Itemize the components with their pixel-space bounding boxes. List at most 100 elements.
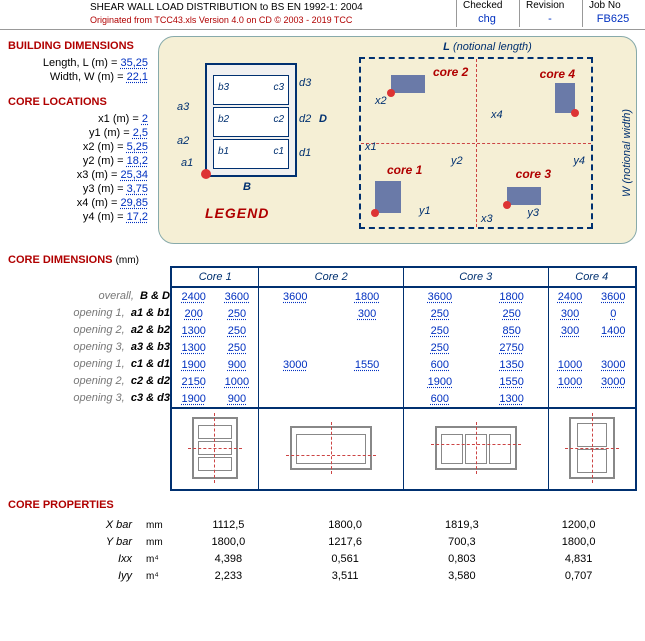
dim-cell[interactable]: 300: [358, 308, 376, 320]
dim-cell[interactable]: 300: [561, 308, 579, 320]
dim-cell[interactable]: 1000: [558, 359, 582, 371]
revision-cell: Revision -: [519, 0, 582, 27]
dim-cell[interactable]: 200: [185, 308, 203, 320]
v-centerline: [476, 59, 477, 227]
prop-value: 1800,0: [287, 517, 404, 534]
dims-row: 1300 250 250 850 300 1400: [171, 322, 636, 339]
core-dimensions-table: Core 1 Core 2 Core 3 Core 4 240036003600…: [170, 266, 637, 491]
dim-cell[interactable]: 1000: [225, 376, 249, 388]
dim-cell[interactable]: 250: [228, 325, 246, 337]
core2-box: [391, 75, 425, 93]
param-length: Length, L (m) = 35,25: [8, 56, 148, 70]
length-value[interactable]: 35,25: [120, 57, 148, 69]
core1-box: [375, 181, 401, 213]
dims-row: 1300 250 250 2750: [171, 339, 636, 356]
dim-cell[interactable]: 1300: [181, 325, 205, 337]
dim-cell[interactable]: 1900: [181, 359, 205, 371]
dim-cell[interactable]: 250: [228, 342, 246, 354]
th-core3: Core 3: [403, 267, 548, 287]
dim-cell[interactable]: 1300: [499, 393, 523, 405]
checked-label: Checked: [463, 0, 511, 11]
param-y1: y1 (m) = 2,5: [8, 126, 148, 140]
dim-cell[interactable]: 2400: [558, 291, 582, 303]
param-y2: y2 (m) = 18,2: [8, 154, 148, 168]
param-y3: y3 (m) = 3,75: [8, 182, 148, 196]
dim-cell[interactable]: 300: [561, 325, 579, 337]
sketch-core1: [192, 417, 238, 479]
core-properties-grid: X barmmY barmmIxxm⁴Iyym⁴ 1112,51800,04,3…: [8, 517, 637, 585]
dim-cell[interactable]: 1550: [355, 359, 379, 371]
section-core-locations: CORE LOCATIONS: [8, 96, 148, 108]
doc-header: SHEAR WALL LOAD DISTRIBUTION to BS EN 19…: [0, 0, 645, 30]
prop-value: 0,561: [287, 551, 404, 568]
dim-cell[interactable]: 1400: [601, 325, 625, 337]
dim-cell[interactable]: 1800: [355, 291, 379, 303]
dim-cell[interactable]: 2750: [499, 342, 523, 354]
dim-cell[interactable]: 250: [431, 325, 449, 337]
dim-cell[interactable]: 1800: [499, 291, 523, 303]
dims-row: 1900 900 600 1300: [171, 390, 636, 408]
dim-cell[interactable]: 3000: [283, 359, 307, 371]
dim-cell[interactable]: 250: [228, 308, 246, 320]
dim-cell[interactable]: 1350: [499, 359, 523, 371]
core-frame: b3c3 b2c2 b1c1: [205, 63, 297, 177]
dim-cell[interactable]: 1900: [181, 393, 205, 405]
prop-label: Y barmm: [8, 534, 170, 551]
dim-cell[interactable]: 250: [431, 342, 449, 354]
revision-value: -: [526, 13, 574, 25]
section-core-properties: CORE PROPERTIES: [8, 499, 637, 511]
dim-cell[interactable]: 1900: [428, 376, 452, 388]
legend-core-shape: b3c3 b2c2 b1c1 a1 a2 a3 d1 d2 d3 D B LEG…: [171, 57, 339, 227]
core3-label: core 3: [516, 167, 551, 181]
prop-value: 4,831: [520, 551, 637, 568]
th-core1: Core 1: [171, 267, 259, 287]
prop-value: 4,398: [170, 551, 287, 568]
param-x4: x4 (m) = 29,85: [8, 196, 148, 210]
dim-cell[interactable]: 900: [228, 393, 246, 405]
core-sketch-row: [171, 408, 636, 490]
prop-value: 700,3: [404, 534, 521, 551]
dim-cell[interactable]: 2150: [181, 376, 205, 388]
left-column: BUILDING DIMENSIONS Length, L (m) = 35,2…: [8, 36, 148, 244]
prop-value: 1800,0: [170, 534, 287, 551]
dim-cell[interactable]: 3000: [601, 359, 625, 371]
dim-cell[interactable]: 3600: [225, 291, 249, 303]
dim-cell[interactable]: 1300: [181, 342, 205, 354]
th-core4: Core 4: [548, 267, 636, 287]
sketch-core2: [290, 426, 372, 470]
dim-cell[interactable]: 3000: [601, 376, 625, 388]
building-plan: core 1 core 2 core 3 core 4 x1 x2 x3 x4 …: [359, 57, 593, 229]
revision-label: Revision: [526, 0, 574, 11]
dim-cell[interactable]: 1550: [499, 376, 523, 388]
prop-value: 3,580: [404, 568, 521, 585]
legend-text: LEGEND: [205, 205, 269, 221]
dim-cell[interactable]: 1000: [558, 376, 582, 388]
dim-cell[interactable]: 3600: [428, 291, 452, 303]
w-notional-label: W (notional width): [621, 109, 633, 197]
dim-cell[interactable]: 3600: [601, 291, 625, 303]
core3-dot: [503, 201, 511, 209]
doc-title: SHEAR WALL LOAD DISTRIBUTION to BS EN 19…: [90, 2, 450, 13]
dim-cell[interactable]: 0: [610, 308, 616, 320]
dim-cell[interactable]: 600: [431, 393, 449, 405]
core4-dot: [571, 109, 579, 117]
sketch-core4: [569, 417, 615, 479]
dim-cell[interactable]: 600: [431, 359, 449, 371]
jobno-cell: Job No FB625: [582, 0, 645, 27]
param-y4: y4 (m) = 17,2: [8, 210, 148, 224]
section-core-dimensions: CORE DIMENSIONS (mm): [8, 254, 637, 266]
prop-value: 1217,6: [287, 534, 404, 551]
dim-cell[interactable]: 2400: [181, 291, 205, 303]
notional-length-label: L (notional length): [359, 41, 616, 53]
dim-cell[interactable]: 3600: [283, 291, 307, 303]
prop-value: 3,511: [287, 568, 404, 585]
dim-cell[interactable]: 850: [502, 325, 520, 337]
prop-value: 0,803: [404, 551, 521, 568]
dim-cell[interactable]: 250: [431, 308, 449, 320]
checked-cell: Checked chg: [456, 0, 519, 27]
prop-label: Iyym⁴: [8, 568, 170, 585]
jobno-label: Job No: [589, 0, 637, 11]
dim-cell[interactable]: 250: [502, 308, 520, 320]
width-value[interactable]: 22,1: [127, 71, 148, 83]
dim-cell[interactable]: 900: [228, 359, 246, 371]
